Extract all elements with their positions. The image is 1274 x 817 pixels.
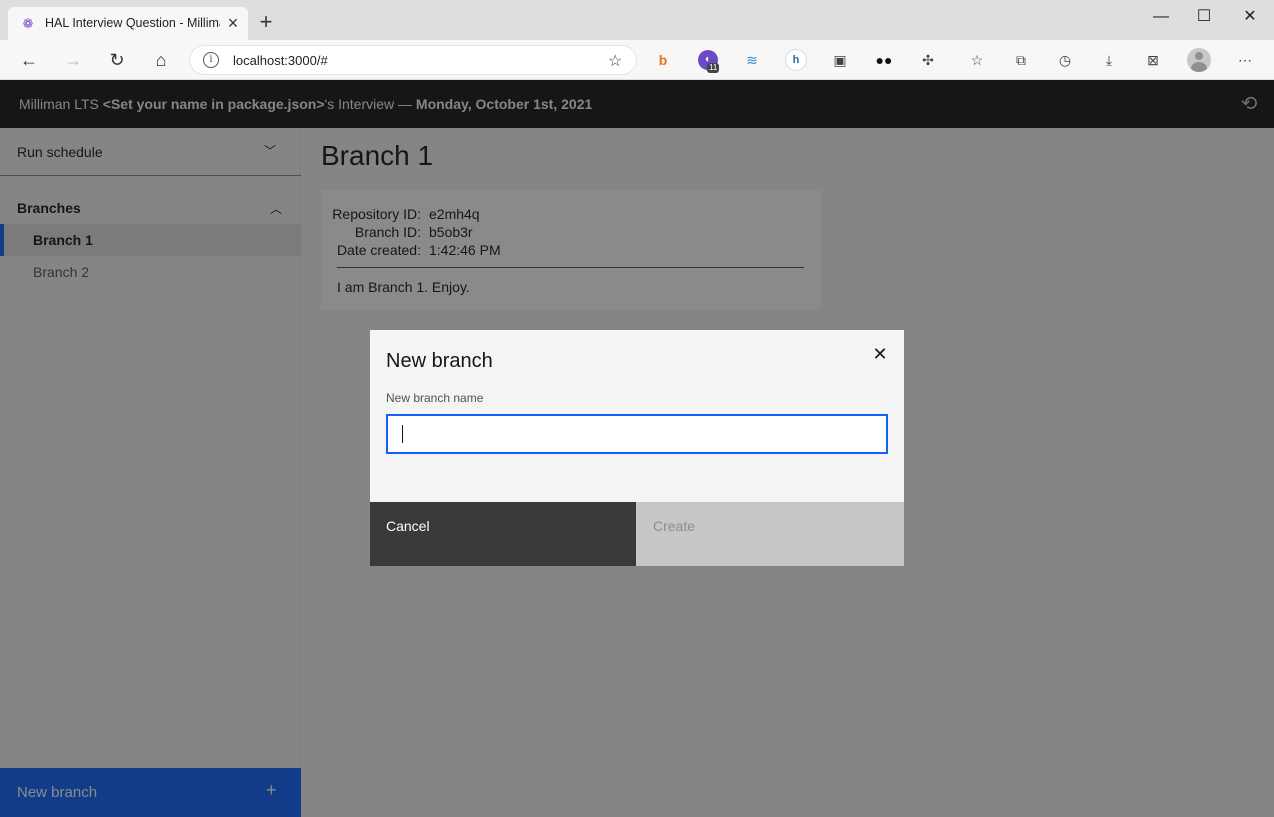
collections-icon[interactable]: ⧉ (1011, 50, 1031, 70)
extension-wave-icon[interactable]: ≋ (742, 50, 762, 70)
cancel-button[interactable]: Cancel (370, 502, 636, 566)
browser-tab[interactable]: ❁ HAL Interview Question - Milliman × (8, 7, 248, 40)
maximize-icon[interactable]: ☐ (1190, 6, 1218, 28)
url-text[interactable]: localhost:3000/# (233, 53, 328, 68)
new-branch-modal: New branch ✕ New branch name Cancel Crea… (370, 330, 904, 566)
add-favorite-icon[interactable]: ☆ (608, 51, 622, 71)
create-label: Create (653, 518, 696, 534)
cancel-label: Cancel (386, 518, 430, 534)
address-bar[interactable]: i localhost:3000/# ☆ (189, 45, 637, 75)
close-icon[interactable]: ✕ (868, 342, 892, 366)
refresh-icon[interactable]: ↻ (105, 48, 129, 72)
minimize-icon[interactable]: — (1147, 6, 1175, 28)
tab-title: HAL Interview Question - Milliman (45, 16, 220, 30)
back-icon[interactable]: ← (17, 48, 41, 72)
extension-count-badge: 11 (707, 63, 720, 73)
camera-icon[interactable]: ▣ (830, 50, 850, 70)
downloads-icon[interactable]: ⤓ (1099, 50, 1119, 70)
new-tab-icon[interactable]: + (255, 11, 277, 34)
favorites-icon[interactable]: ☆ (967, 50, 987, 70)
extension-mask-icon[interactable]: ●● (874, 50, 894, 70)
branch-name-label: New branch name (386, 391, 484, 405)
modal-title: New branch (386, 350, 493, 372)
extension-b-icon[interactable]: b (653, 50, 673, 70)
site-info-icon[interactable]: i (203, 52, 219, 68)
app-favicon-icon: ❁ (22, 16, 34, 31)
text-caret (402, 425, 403, 443)
profile-avatar[interactable] (1187, 48, 1211, 72)
extension-hal-icon[interactable]: h (786, 50, 806, 70)
home-icon[interactable]: ⌂ (149, 48, 173, 72)
math-solver-icon[interactable]: ⊠ (1143, 50, 1163, 70)
history-browser-icon[interactable]: ◷ (1055, 50, 1075, 70)
browser-tabstrip: ❁ HAL Interview Question - Milliman × + … (0, 0, 1274, 40)
create-button[interactable]: Create (636, 502, 904, 566)
forward-icon[interactable]: → (61, 48, 85, 72)
extensions-puzzle-icon[interactable]: ✣ (918, 50, 938, 70)
close-window-icon[interactable]: ✕ (1236, 6, 1264, 28)
browser-toolbar: ← → ↻ ⌂ i localhost:3000/# ☆ b ◐ ≋ h ▣ ●… (0, 40, 1274, 80)
branch-name-input[interactable] (386, 414, 888, 454)
close-tab-icon[interactable]: × (223, 13, 243, 33)
more-options-icon[interactable]: ⋯ (1235, 50, 1255, 70)
